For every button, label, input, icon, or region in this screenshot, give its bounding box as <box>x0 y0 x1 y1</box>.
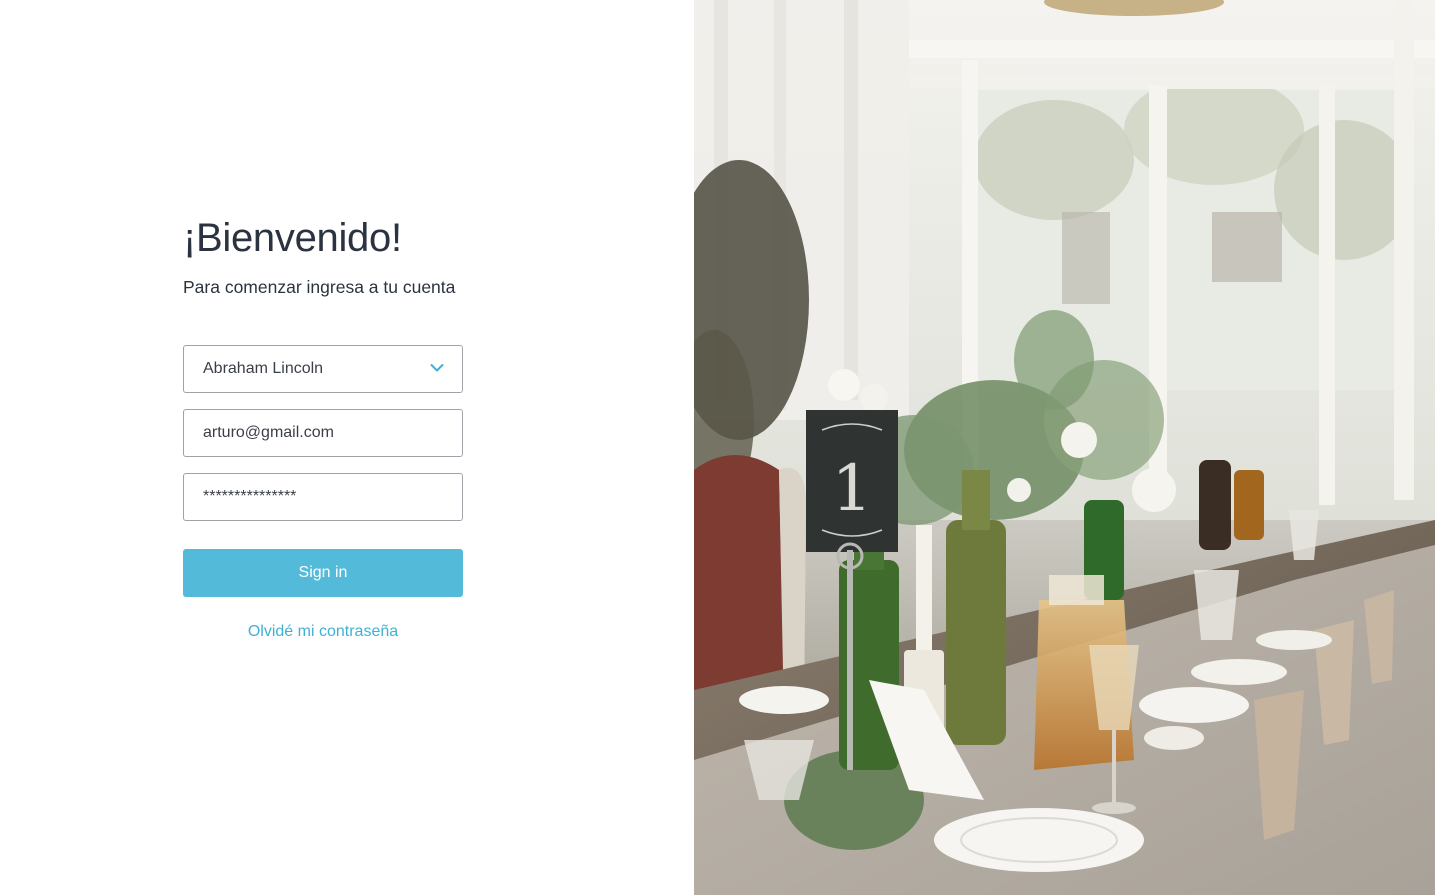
email-field-wrapper <box>183 409 463 457</box>
signin-button[interactable]: Sign in <box>183 549 463 597</box>
wedding-table-illustration: 1 <box>694 0 1435 895</box>
table-number-text: 1 <box>832 452 873 526</box>
login-page: ¡Bienvenido! Para comenzar ingresa a tu … <box>0 0 1435 895</box>
email-field[interactable] <box>203 424 443 442</box>
login-form: ¡Bienvenido! Para comenzar ingresa a tu … <box>183 212 463 641</box>
account-select[interactable]: Abraham Lincoln <box>183 345 463 393</box>
forgot-password-link[interactable]: Olvidé mi contraseña <box>183 623 463 641</box>
welcome-title: ¡Bienvenido! <box>183 216 402 260</box>
account-select-value: Abraham Lincoln <box>203 360 324 377</box>
login-panel: ¡Bienvenido! Para comenzar ingresa a tu … <box>0 0 694 895</box>
welcome-subtitle: Para comenzar ingresa a tu cuenta <box>183 277 456 297</box>
hero-image: 1 <box>694 0 1435 895</box>
password-field[interactable] <box>203 488 443 506</box>
chevron-down-icon <box>430 364 444 372</box>
password-field-wrapper <box>183 473 463 521</box>
